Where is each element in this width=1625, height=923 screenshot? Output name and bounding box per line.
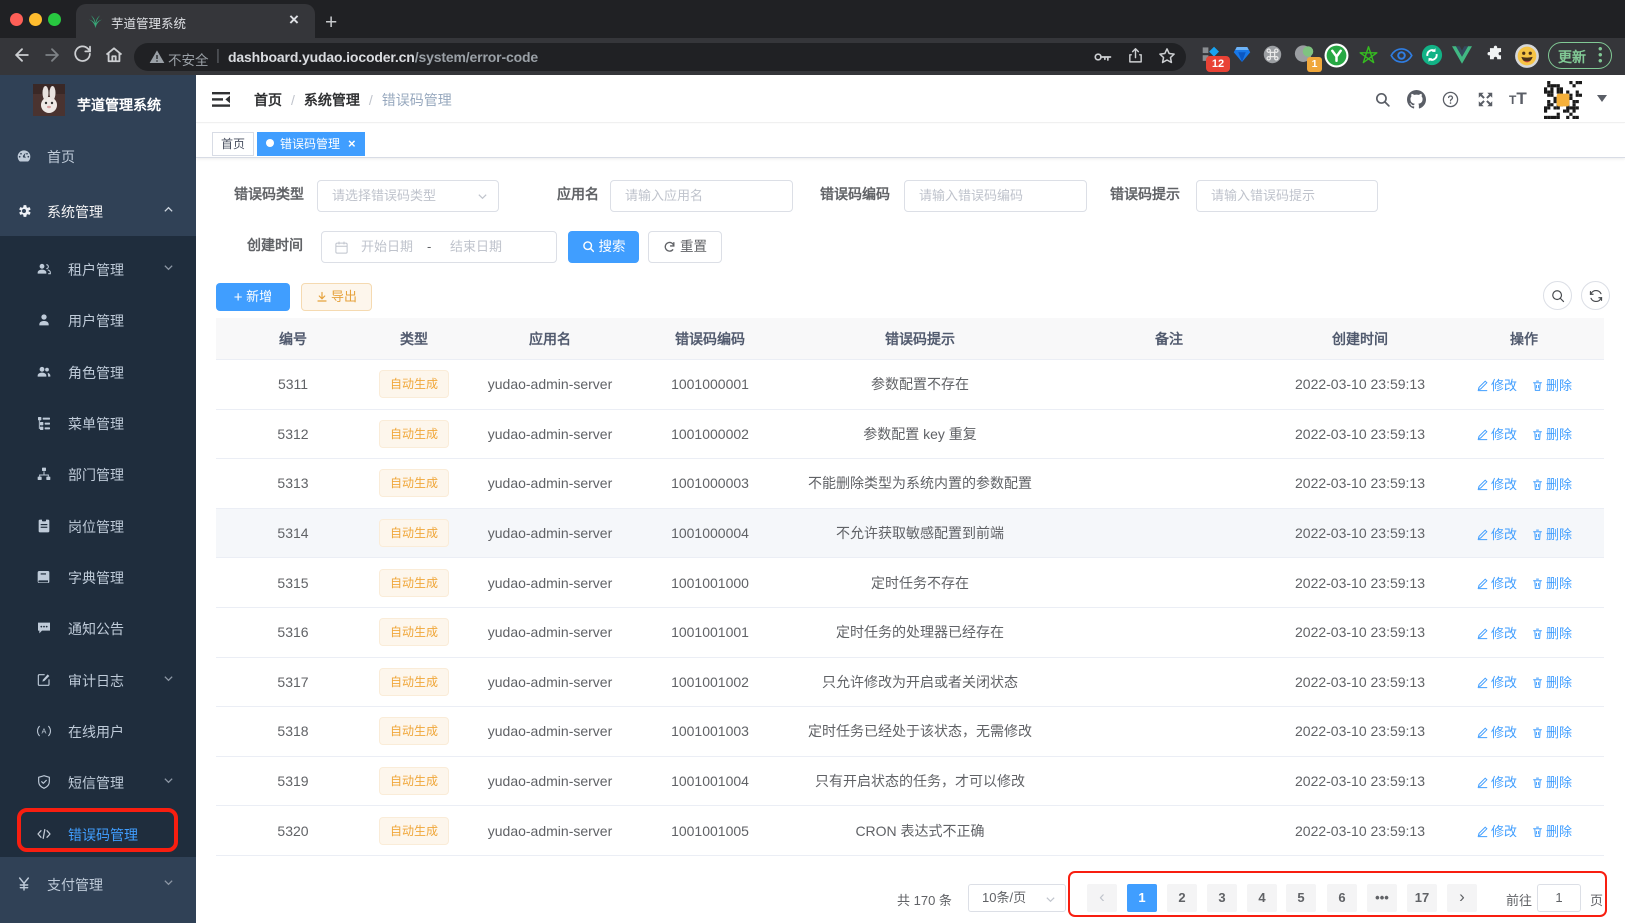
svg-text:A: A [42,726,47,735]
